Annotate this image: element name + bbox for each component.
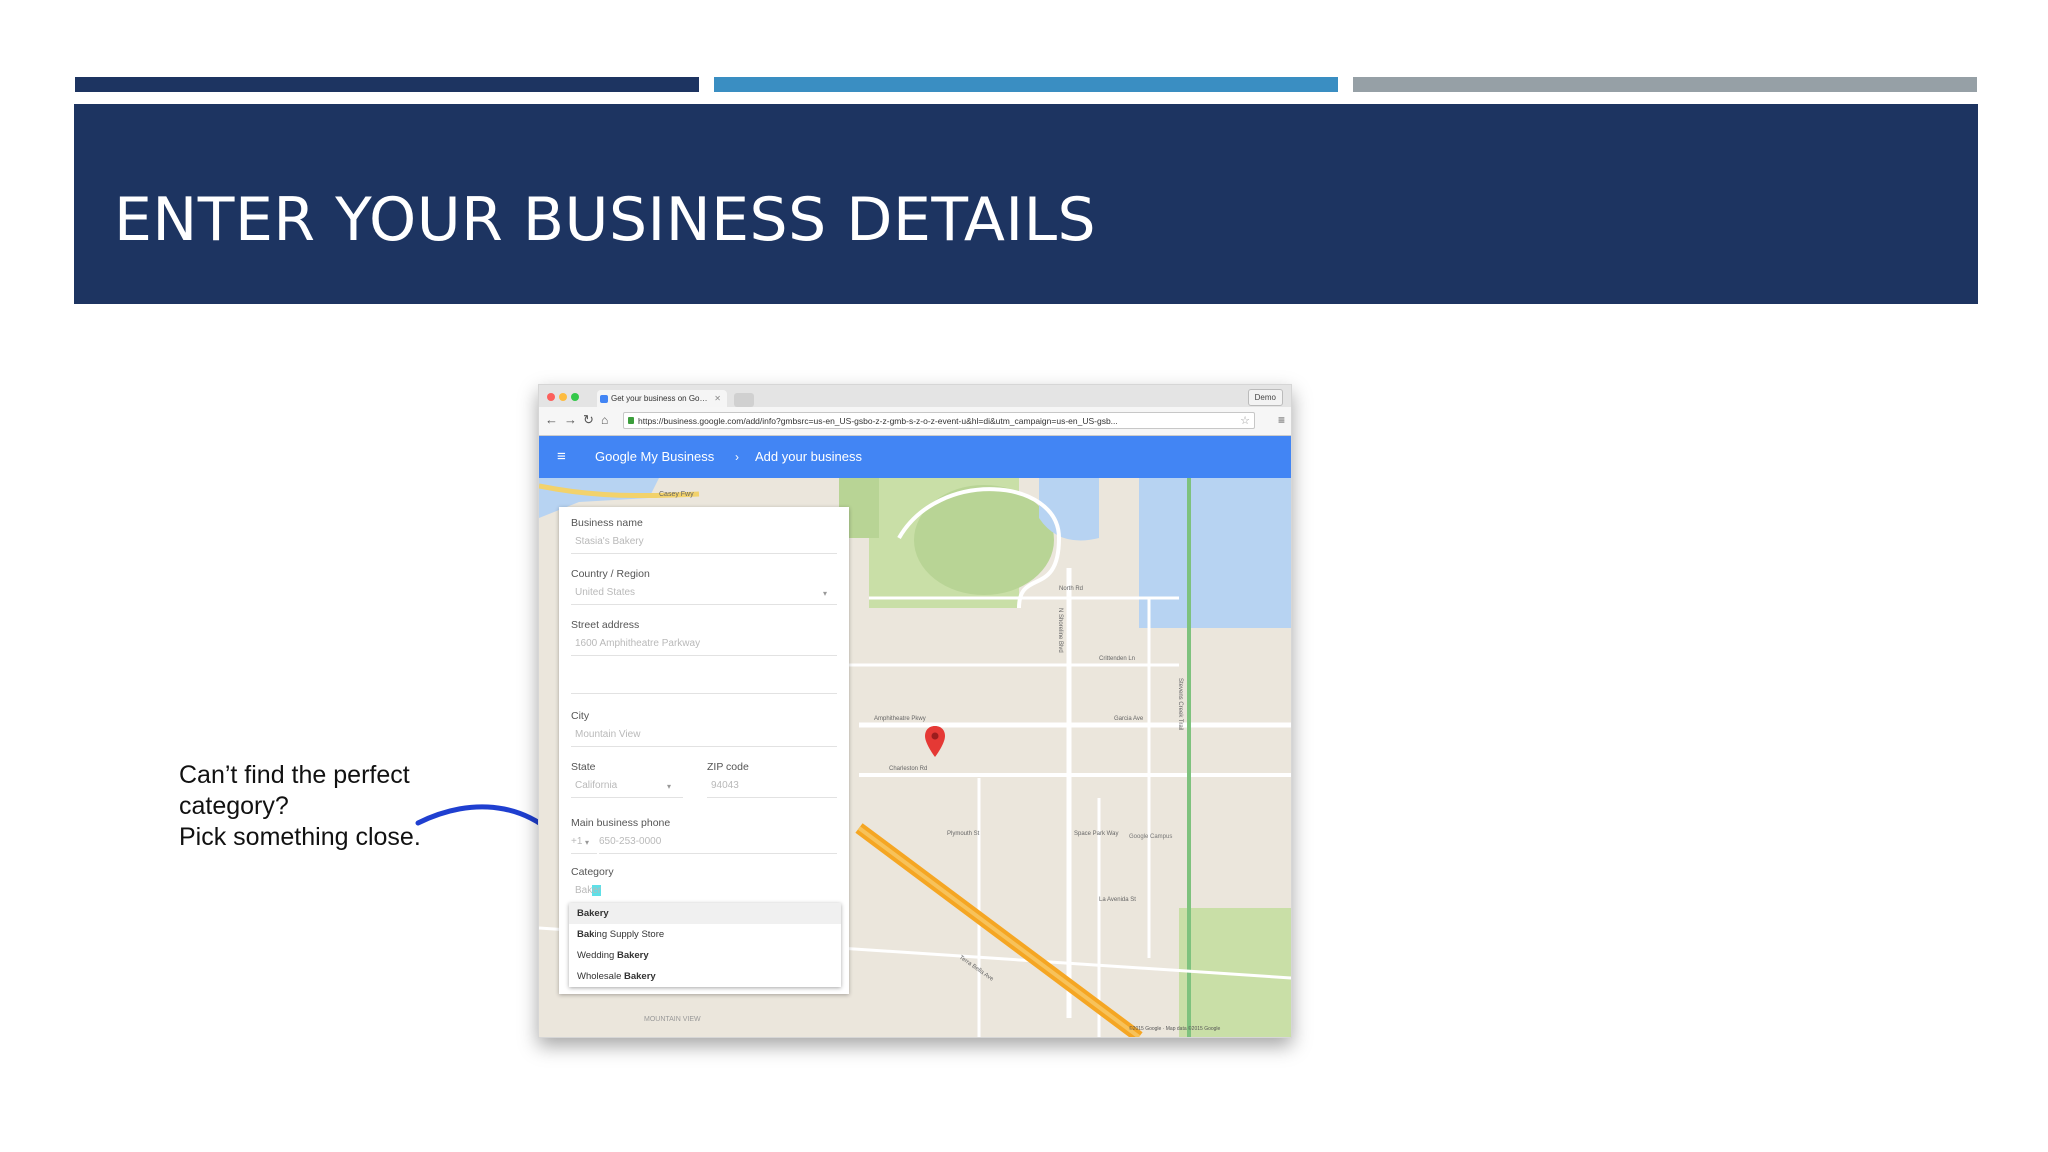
map-label: Stevens Creek Trail (1177, 678, 1183, 730)
business-name-input[interactable]: Stasia's Bakery (575, 536, 644, 547)
category-suggestions: Bakery Baking Supply Store Wedding Baker… (569, 903, 841, 987)
home-icon[interactable]: ⌂ (601, 413, 608, 427)
field-underline (571, 553, 837, 554)
breadcrumb-add-your-business: Add your business (755, 449, 862, 464)
browser-screenshot: Get your business on Go… ✕ Demo ← → ↻ ⌂ … (538, 384, 1292, 1038)
browser-tab[interactable]: Get your business on Go… ✕ (597, 390, 727, 407)
tab-strip: Get your business on Go… ✕ Demo (539, 385, 1291, 407)
chevron-down-icon[interactable]: ▾ (823, 589, 827, 598)
title-band: ENTER YOUR BUSINESS DETAILS (74, 104, 1978, 304)
reload-icon[interactable]: ↻ (583, 413, 594, 427)
map-pin-icon[interactable] (923, 725, 947, 759)
country-label: Country / Region (571, 568, 650, 580)
favicon-icon (600, 395, 608, 403)
profile-button[interactable]: Demo (1247, 389, 1283, 406)
map-label: Charleston Rd (889, 766, 927, 772)
category-input[interactable]: Baker (575, 885, 602, 896)
app-header: ≡ Google My Business › Add your business (539, 436, 1291, 478)
map-label: Garcia Ave (1114, 716, 1144, 722)
field-underline (571, 853, 597, 854)
slide-title: ENTER YOUR BUSINESS DETAILS (114, 185, 1097, 255)
state-label: State (571, 761, 596, 773)
map-label: North Rd (1059, 586, 1083, 592)
state-select[interactable]: California (575, 780, 617, 791)
business-form: Business name Stasia's Bakery Country / … (559, 507, 849, 994)
url-text: https://business.google.com/add/info?gmb… (638, 416, 1118, 426)
bookmark-star-icon[interactable]: ☆ (1240, 413, 1250, 428)
street-address-label: Street address (571, 619, 640, 631)
map-label: Plymouth St (947, 831, 980, 837)
field-underline (571, 604, 837, 605)
category-label: Category (571, 866, 614, 878)
minimize-window-icon[interactable] (559, 393, 567, 401)
close-tab-icon[interactable]: ✕ (714, 390, 721, 407)
map-label: N Shoreline Blvd (1057, 608, 1063, 653)
accent-bar-navy (75, 77, 699, 92)
lock-icon (628, 417, 634, 424)
suggestion-baking-supply-store[interactable]: Baking Supply Store (569, 924, 841, 945)
phone-label: Main business phone (571, 817, 671, 829)
street-address-input[interactable]: 1600 Amphitheatre Parkway (575, 638, 700, 649)
phone-input[interactable]: 650-253-0000 (599, 836, 661, 847)
suggestion-bakery[interactable]: Bakery (569, 903, 841, 924)
map-label: Casey Fwy (659, 491, 694, 498)
caption-line-1: Can’t find the perfect (179, 761, 410, 789)
menu-icon[interactable]: ≡ (1278, 413, 1285, 427)
tab-title: Get your business on Go… (611, 394, 708, 403)
map-label: Space Park Way (1074, 831, 1118, 837)
country-select[interactable]: United States (575, 587, 635, 598)
address-bar: ← → ↻ ⌂ https://business.google.com/add/… (539, 407, 1291, 436)
field-underline (599, 853, 837, 854)
map-label: MOUNTAIN VIEW (644, 1016, 701, 1023)
hamburger-menu-icon[interactable]: ≡ (557, 449, 566, 464)
field-underline (571, 746, 837, 747)
map-label: La Avenida St (1099, 897, 1136, 903)
zip-code-label: ZIP code (707, 761, 749, 773)
chevron-down-icon[interactable]: ▾ (585, 838, 589, 847)
accent-bar-blue (714, 77, 1338, 92)
forward-arrow-icon[interactable]: → (564, 413, 577, 427)
field-underline (571, 797, 683, 798)
suggestion-wedding-bakery[interactable]: Wedding Bakery (569, 945, 841, 966)
map-label: Amphitheatre Pkwy (874, 716, 926, 722)
city-input[interactable]: Mountain View (575, 729, 640, 740)
street-address-line-2[interactable] (571, 693, 837, 694)
field-underline (707, 797, 837, 798)
business-name-label: Business name (571, 517, 643, 529)
chevron-right-icon: › (735, 450, 739, 464)
phone-country-code[interactable]: +1 (571, 836, 582, 847)
zip-code-input[interactable]: 94043 (711, 780, 739, 791)
city-label: City (571, 710, 590, 722)
field-underline (571, 655, 837, 656)
map-label: Google Campus (1129, 834, 1172, 840)
back-arrow-icon[interactable]: ← (545, 413, 558, 427)
category-typed-text: Bak (575, 885, 593, 896)
map-label: Crittenden Ln (1099, 656, 1135, 662)
new-tab-button[interactable] (734, 393, 754, 407)
url-input[interactable]: https://business.google.com/add/info?gmb… (623, 412, 1255, 429)
close-window-icon[interactable] (547, 393, 555, 401)
accent-bar-gray (1353, 77, 1977, 92)
suggestion-wholesale-bakery[interactable]: Wholesale Bakery (569, 966, 841, 987)
maximize-window-icon[interactable] (571, 393, 579, 401)
map-attribution: ©2015 Google · Map data ©2015 Google (1129, 1025, 1221, 1032)
chevron-down-icon[interactable]: ▾ (667, 782, 671, 791)
breadcrumb-google-my-business[interactable]: Google My Business (595, 450, 714, 464)
category-selected-text: er (592, 885, 602, 896)
